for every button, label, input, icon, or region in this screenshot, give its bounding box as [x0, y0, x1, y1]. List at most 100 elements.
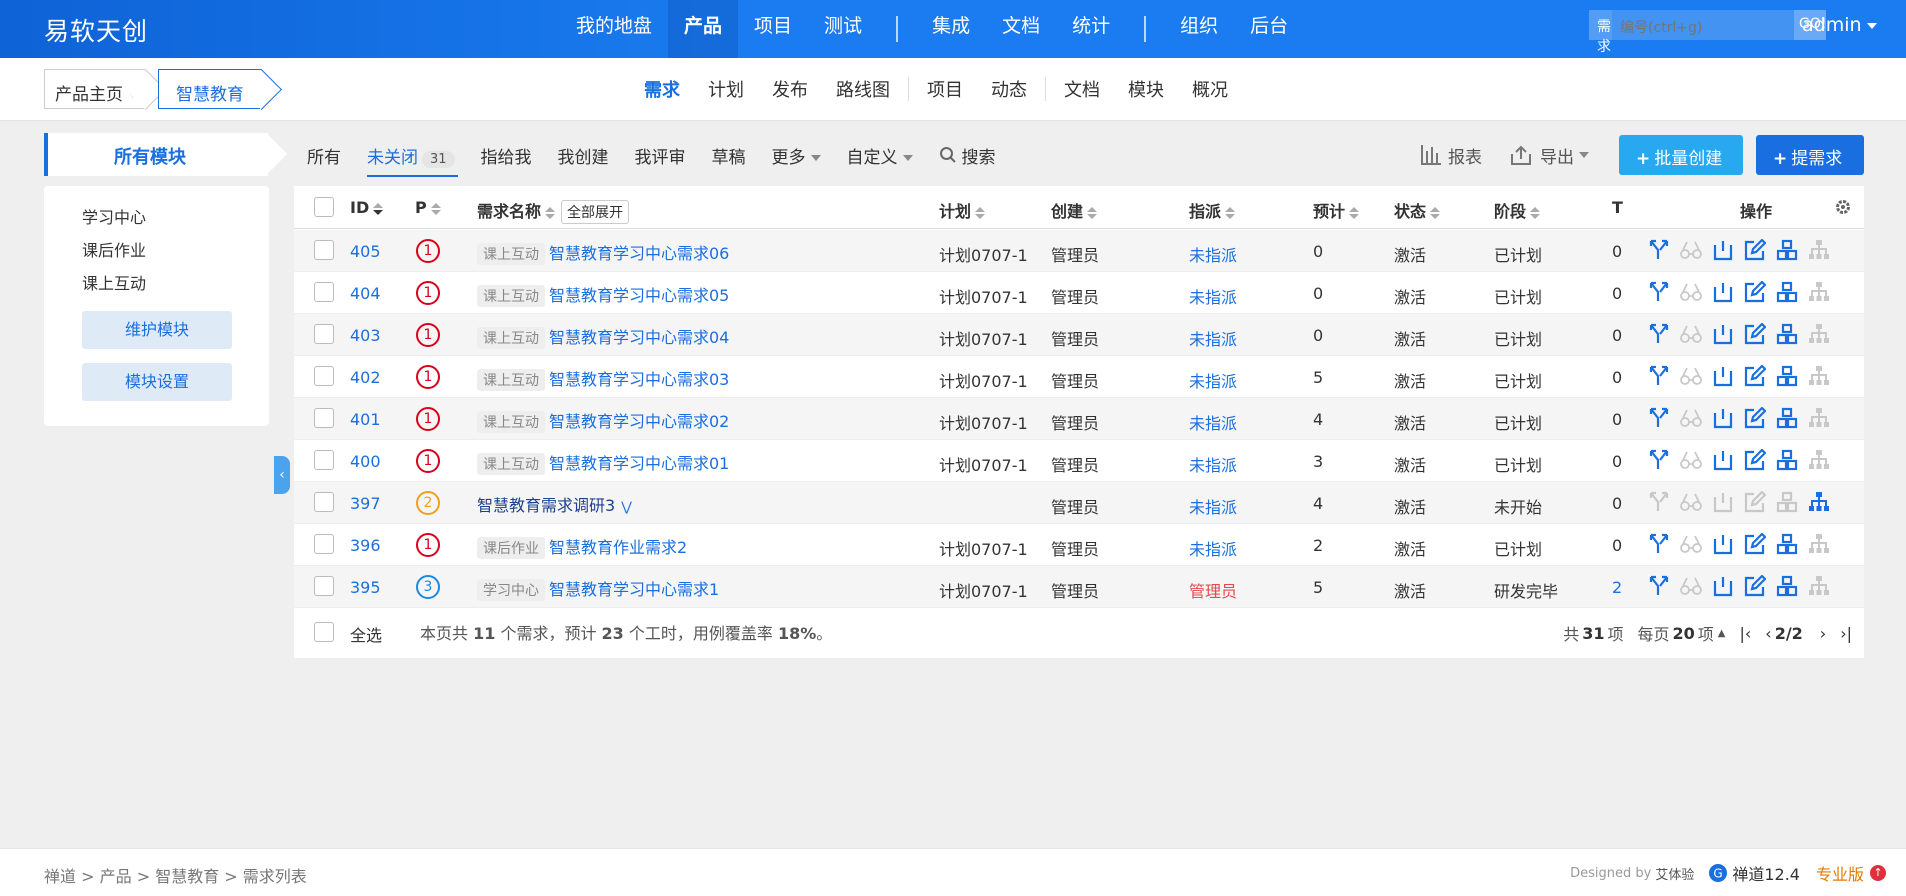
brand-logo[interactable]: 易软天创	[44, 12, 148, 48]
story-id[interactable]: 396	[350, 536, 381, 555]
filter-reviewed[interactable]: 我评审	[622, 143, 699, 168]
edit-icon[interactable]	[1743, 573, 1767, 599]
row-checkbox[interactable]	[314, 450, 334, 470]
subdivide-icon[interactable]	[1807, 237, 1831, 263]
prev-page-icon[interactable]: ‹	[1765, 624, 1771, 643]
story-name-link[interactable]: 智慧教育学习中心需求05	[549, 286, 729, 305]
split-icon[interactable]	[1647, 573, 1671, 599]
col-creator[interactable]: 创建	[1051, 198, 1098, 222]
split-icon[interactable]	[1647, 405, 1671, 431]
nav-admin[interactable]: 后台	[1234, 0, 1304, 58]
subdivide-icon[interactable]	[1807, 321, 1831, 347]
create-case-icon[interactable]	[1775, 363, 1799, 389]
story-id[interactable]: 403	[350, 326, 381, 345]
create-story-button[interactable]: + 提需求	[1756, 135, 1864, 175]
filter-more[interactable]: 更多	[759, 143, 834, 168]
version-label[interactable]: 禅道12.4	[1732, 861, 1800, 885]
assigned-cell[interactable]: 未指派	[1189, 410, 1237, 434]
assigned-cell[interactable]: 未指派	[1189, 536, 1237, 560]
plan-cell[interactable]: 计划0707-1	[939, 368, 1028, 392]
tab-story[interactable]: 需求	[630, 76, 694, 102]
assigned-cell[interactable]: 未指派	[1189, 284, 1237, 308]
tab-module[interactable]: 模块	[1114, 76, 1178, 102]
product-switcher[interactable]: 智慧教育	[158, 69, 262, 109]
split-icon[interactable]	[1647, 489, 1671, 515]
subdivide-icon[interactable]	[1807, 405, 1831, 431]
edit-icon[interactable]	[1743, 531, 1767, 557]
module-item-homework[interactable]: 课后作业	[82, 237, 146, 261]
review-icon[interactable]	[1679, 363, 1703, 389]
split-icon[interactable]	[1647, 531, 1671, 557]
nav-product[interactable]: 产品	[668, 0, 739, 58]
search-input[interactable]	[1612, 10, 1794, 40]
col-pri[interactable]: P	[415, 198, 441, 217]
story-name-link[interactable]: 智慧教育作业需求2	[549, 538, 687, 557]
story-id[interactable]: 405	[350, 242, 381, 261]
select-all-checkbox[interactable]	[314, 622, 334, 642]
module-tag[interactable]: 课上互动	[477, 411, 545, 433]
story-id[interactable]: 401	[350, 410, 381, 429]
designer-link[interactable]: 艾体验	[1655, 864, 1694, 883]
assigned-cell[interactable]: 未指派	[1189, 452, 1237, 476]
upgrade-icon[interactable]: ↑	[1870, 865, 1886, 881]
row-checkbox[interactable]	[314, 324, 334, 344]
module-tag[interactable]: 课后作业	[477, 537, 545, 559]
row-checkbox[interactable]	[314, 366, 334, 386]
nav-my[interactable]: 我的地盘	[560, 0, 668, 58]
create-case-icon[interactable]	[1775, 447, 1799, 473]
first-page-icon[interactable]: |‹	[1739, 624, 1751, 643]
close-icon[interactable]	[1711, 321, 1735, 347]
tab-view[interactable]: 概况	[1178, 76, 1242, 102]
story-id[interactable]: 404	[350, 284, 381, 303]
split-icon[interactable]	[1647, 363, 1671, 389]
search-type-select[interactable]: 需求	[1589, 10, 1612, 67]
pager-per[interactable]: 20	[1673, 624, 1695, 643]
expand-children-icon[interactable]: ⋁	[621, 500, 632, 515]
col-name[interactable]: 需求名称 全部展开	[477, 198, 630, 224]
story-name-link[interactable]: 智慧教育学习中心需求04	[549, 328, 729, 347]
subdivide-icon[interactable]	[1807, 489, 1831, 515]
story-id[interactable]: 402	[350, 368, 381, 387]
subdivide-icon[interactable]	[1807, 573, 1831, 599]
filter-unclosed[interactable]: 未关闭 31	[354, 143, 468, 177]
col-id[interactable]: ID	[350, 198, 384, 217]
module-tag[interactable]: 课上互动	[477, 369, 545, 391]
table-row[interactable]: 397 2 智慧教育需求调研3 ⋁ 管理员 未指派 4 激活 未开始 0	[294, 482, 1864, 524]
split-icon[interactable]	[1647, 321, 1671, 347]
review-icon[interactable]	[1679, 405, 1703, 431]
review-icon[interactable]	[1679, 447, 1703, 473]
filter-custom[interactable]: 自定义	[834, 143, 926, 168]
chevron-up-icon[interactable]: ▲	[1718, 628, 1726, 639]
module-tag[interactable]: 课上互动	[477, 453, 545, 475]
edit-icon[interactable]	[1743, 447, 1767, 473]
edit-icon[interactable]	[1743, 279, 1767, 305]
row-checkbox[interactable]	[314, 408, 334, 428]
row-checkbox[interactable]	[314, 534, 334, 554]
row-checkbox[interactable]	[314, 282, 334, 302]
plan-cell[interactable]: 计划0707-1	[939, 536, 1028, 560]
filter-all[interactable]: 所有	[294, 143, 354, 168]
close-icon[interactable]	[1711, 489, 1735, 515]
plan-cell[interactable]: 计划0707-1	[939, 410, 1028, 434]
table-row[interactable]: 401 1 课上互动 智慧教育学习中心需求02 计划0707-1 管理员 未指派 4 激活 已计划…	[294, 398, 1864, 440]
row-checkbox[interactable]	[314, 240, 334, 260]
close-icon[interactable]	[1711, 405, 1735, 431]
filter-assigned[interactable]: 指给我	[468, 143, 545, 168]
table-row[interactable]: 396 1 课后作业 智慧教育作业需求2 计划0707-1 管理员 未指派 2 激活 已计划 0	[294, 524, 1864, 566]
plan-cell[interactable]: 计划0707-1	[939, 242, 1028, 266]
nav-ci[interactable]: 集成	[916, 0, 986, 58]
story-id[interactable]: 395	[350, 578, 381, 597]
tab-release[interactable]: 发布	[758, 76, 822, 102]
story-name-link[interactable]: 智慧教育学习中心需求1	[549, 580, 719, 599]
review-icon[interactable]	[1679, 237, 1703, 263]
create-case-icon[interactable]	[1775, 405, 1799, 431]
all-modules-header[interactable]: 所有模块	[44, 133, 268, 176]
plan-cell[interactable]: 计划0707-1	[939, 284, 1028, 308]
nav-org[interactable]: 组织	[1164, 0, 1234, 58]
subdivide-icon[interactable]	[1807, 363, 1831, 389]
user-menu[interactable]: admin	[1802, 14, 1877, 36]
split-icon[interactable]	[1647, 279, 1671, 305]
select-all-label[interactable]: 全选	[350, 622, 382, 646]
edition-label[interactable]: 专业版	[1816, 861, 1864, 885]
module-item-interaction[interactable]: 课上互动	[82, 270, 146, 294]
